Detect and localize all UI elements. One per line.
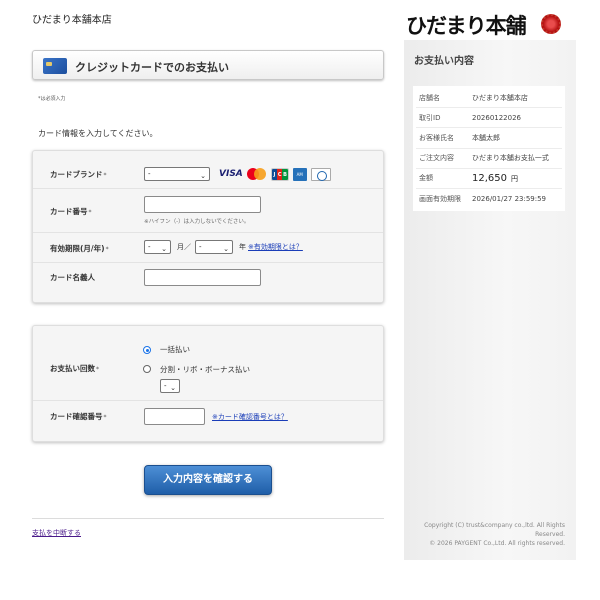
chevron-down-icon: ⌄ (200, 172, 206, 180)
summary-label: 金額 (419, 174, 433, 183)
shop-name: ひだまり本舗本店 (32, 15, 112, 26)
card-brand-select-value: - (148, 170, 151, 178)
page-title-bar: クレジットカードでのお支払い (32, 50, 384, 80)
lump-sum-radio[interactable] (143, 346, 151, 354)
card-holder-row: カード名義人 (33, 263, 383, 301)
cvv-help-link[interactable]: ※カード確認番号とは？ (212, 412, 288, 422)
card-brand-label: カードブランド* (50, 170, 107, 179)
chevron-down-icon: ⌄ (170, 384, 176, 392)
summary-row-expiry: 画面有効期限 2026/01/27 23:59:59 (416, 189, 562, 209)
expiry-year-value: - (199, 243, 202, 251)
split-payment-radio[interactable] (143, 365, 151, 373)
expiry-month-value: - (148, 243, 151, 251)
split-payment-label: 分割・リボ・ボーナス払い (160, 365, 250, 374)
summary-row-transaction-id: 取引ID 20260122026 (416, 108, 562, 129)
cvv-input[interactable] (144, 408, 205, 425)
page-title: クレジットカードでのお支払い (75, 61, 229, 74)
cvv-label: カード確認番号* (50, 412, 107, 421)
summary-row-order: ご注文内容 ひだまり本舗お支払一式 (416, 149, 562, 169)
expiry-help-link[interactable]: ※有効期限とは？ (248, 242, 303, 252)
summary-row-amount: 金額 12,650 円 (416, 169, 562, 189)
chevron-down-icon: ⌄ (223, 245, 229, 253)
amex-logo: AM (292, 167, 307, 181)
jcb-logo: JCB (270, 167, 289, 181)
summary-label: 画面有効期限 (419, 195, 461, 204)
expiry-row: 有効期限(月/年)* - ⌄ 月／ - ⌄ 年 ※有効期限とは？ (33, 233, 383, 263)
chevron-down-icon: ⌄ (161, 245, 167, 253)
summary-value: 2026/01/27 23:59:59 (472, 195, 547, 204)
divider (32, 518, 384, 519)
summary-row-shop: 店舗名 ひだまり本舗本店 (416, 88, 562, 109)
required-note: *は必須入力 (38, 96, 66, 102)
cvv-row: カード確認番号* ※カード確認番号とは？ (33, 401, 383, 441)
logo-text: ひだまり本舗 (406, 13, 527, 38)
copyright-line-1: Copyright (C) trust&company co.,ltd. All… (424, 522, 565, 538)
summary-value: 本舗太郎 (472, 133, 500, 142)
card-number-row: カード番号* ※ハイフン（-）は入力しないでください。 (33, 189, 383, 233)
year-unit: 年 (239, 243, 246, 251)
instruction-text: カード情報を入力してください。 (38, 129, 158, 138)
visa-logo: VISA (219, 169, 243, 179)
sidebar-heading: お支払い内容 (414, 56, 474, 67)
card-number-hint: ※ハイフン（-）は入力しないでください。 (144, 219, 250, 225)
month-unit: 月／ (177, 243, 191, 251)
order-summary-table: 店舗名 ひだまり本舗本店 取引ID 20260122026 お客様氏名 本舗太郎… (413, 86, 565, 212)
copyright: Copyright (C) trust&company co.,ltd. All… (410, 521, 565, 548)
amount-unit: 円 (511, 174, 518, 183)
card-number-label: カード番号* (50, 207, 92, 216)
installments-label: お支払い回数* (50, 364, 99, 373)
credit-card-icon (43, 58, 67, 74)
amount-value: 12,650 (472, 172, 507, 184)
summary-label: 取引ID (419, 113, 441, 122)
card-info-panel: カードブランド* - ⌄ VISA JCB AM カード番号* ※ハイフン（-）… (32, 150, 384, 303)
summary-label: ご注文内容 (419, 154, 454, 163)
lump-sum-label: 一括払い (160, 345, 190, 354)
summary-label: 店舗名 (419, 93, 440, 102)
card-brand-select[interactable]: - ⌄ (144, 167, 210, 181)
split-count-select[interactable]: - ⌄ (160, 379, 180, 393)
card-holder-label: カード名義人 (50, 273, 95, 282)
shop-logo: ひだまり本舗 (404, 10, 576, 40)
installments-row: お支払い回数* 一括払い 分割・リボ・ボーナス払い - ⌄ (33, 326, 383, 401)
summary-amount: 12,650 円 (472, 173, 562, 184)
summary-label: お客様氏名 (419, 133, 454, 142)
mastercard-logo (246, 167, 267, 181)
card-brand-row: カードブランド* - ⌄ VISA JCB AM (33, 151, 383, 189)
diners-logo (310, 167, 331, 181)
card-number-input[interactable] (144, 196, 261, 213)
summary-row-customer: お客様氏名 本舗太郎 (416, 128, 562, 149)
logo-seal-icon (541, 14, 561, 34)
cancel-payment-link[interactable]: 支払を中断する (32, 528, 81, 538)
expiry-label: 有効期限(月/年)* (50, 244, 109, 253)
summary-value: ひだまり本舗お支払一式 (472, 154, 549, 163)
copyright-line-2: © 2026 PAYGENT Co.,Ltd. All rights reser… (429, 540, 565, 547)
split-count-value: - (164, 382, 167, 390)
summary-value: 20260122026 (472, 113, 521, 122)
summary-value: ひだまり本舗本店 (472, 93, 528, 102)
confirm-button[interactable]: 入力内容を確認する (144, 465, 272, 495)
card-holder-input[interactable] (144, 269, 261, 286)
expiry-month-select[interactable]: - ⌄ (144, 240, 171, 254)
card-brand-logos: VISA JCB AM (219, 167, 331, 181)
expiry-year-select[interactable]: - ⌄ (195, 240, 233, 254)
payment-panel: お支払い回数* 一括払い 分割・リボ・ボーナス払い - ⌄ カード確認番号* ※… (32, 325, 384, 442)
